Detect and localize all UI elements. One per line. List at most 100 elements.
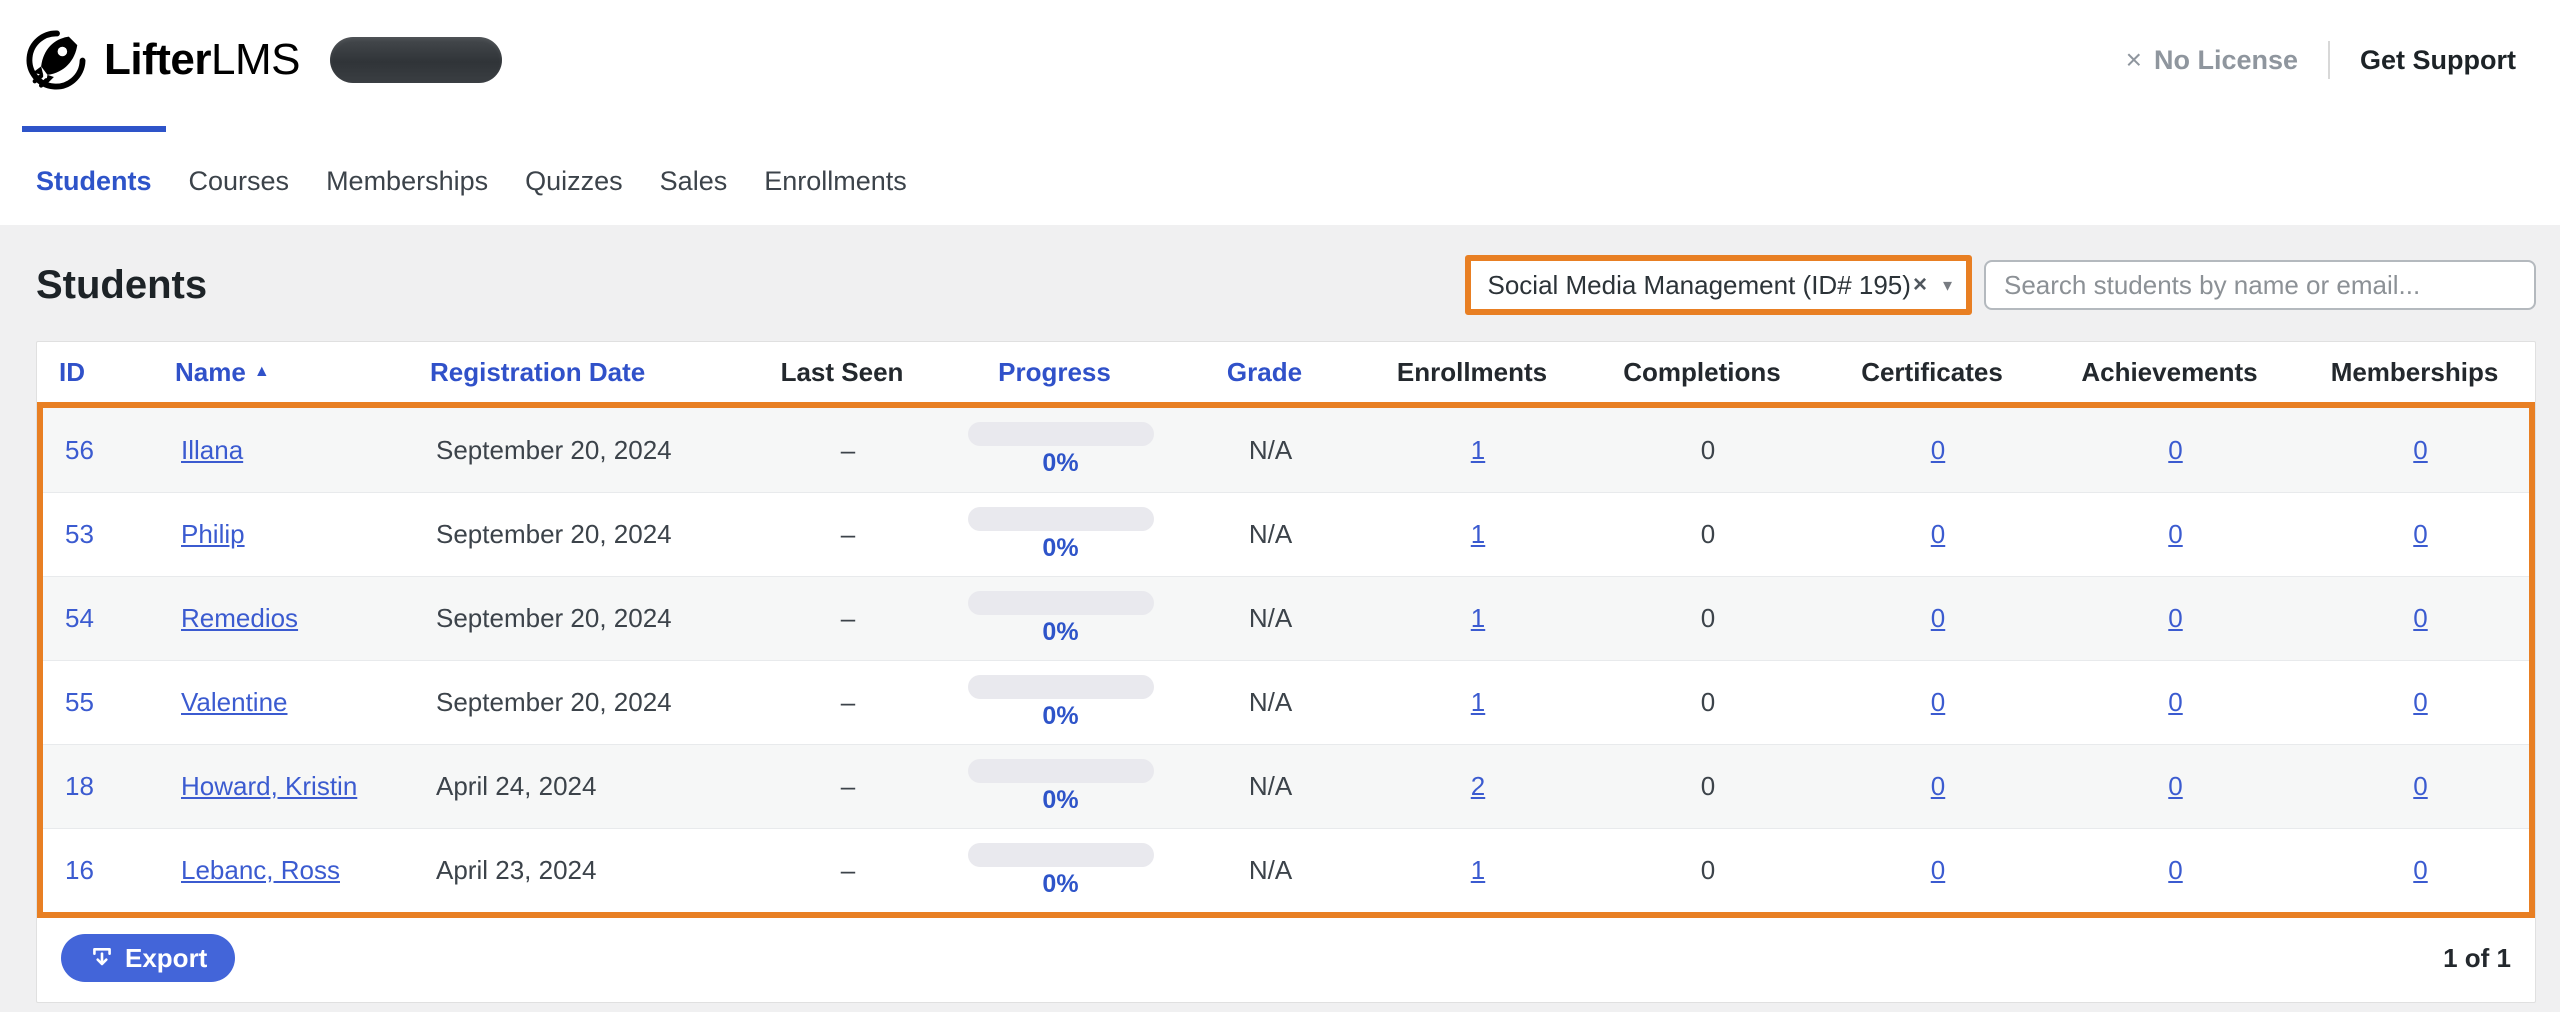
last-seen-value: – <box>841 519 855 550</box>
column-header-achievements: Achievements ▲ <box>2047 357 2292 388</box>
tab-label: Sales <box>660 166 728 196</box>
rows-highlight-annotation: 56 Illana September 20, 2024 – 0% N/A 1 … <box>37 402 2535 918</box>
memberships-link[interactable]: 0 <box>2413 519 2427 550</box>
column-header-enrollments: Enrollments ▲ <box>1357 357 1587 388</box>
registration-date: September 20, 2024 <box>436 687 672 718</box>
topbar-divider <box>2328 41 2330 79</box>
course-filter-select[interactable]: Social Media Management (ID# 195)× ▾ <box>1471 261 1966 309</box>
column-header-registration-date[interactable]: Registration Date ▲ <box>402 357 747 388</box>
column-header-last-seen: Last Seen ▲ <box>747 357 937 388</box>
search-input[interactable] <box>1984 260 2536 310</box>
memberships-link[interactable]: 0 <box>2413 435 2427 466</box>
completions-count: 0 <box>1701 687 1715 718</box>
student-id-link[interactable]: 18 <box>65 771 94 802</box>
progress-percent: 0% <box>1042 449 1078 478</box>
achievements-link[interactable]: 0 <box>2168 435 2182 466</box>
top-bar: LifterLMS × No License Get Support <box>0 0 2560 120</box>
filter-highlight-annotation: Social Media Management (ID# 195)× ▾ <box>1465 255 1972 315</box>
column-header-label: Progress <box>998 357 1111 388</box>
students-table-card: ID ▲ Name ▲ Registration Date ▲ Last See… <box>36 341 2536 1003</box>
enrollments-link[interactable]: 1 <box>1471 435 1485 466</box>
column-header-label: Registration Date <box>430 357 645 388</box>
memberships-link[interactable]: 0 <box>2413 771 2427 802</box>
memberships-link[interactable]: 0 <box>2413 687 2427 718</box>
table-row: 54 Remedios September 20, 2024 – 0% N/A … <box>43 576 2529 660</box>
tab-enrollments[interactable]: Enrollments <box>764 166 907 197</box>
student-name-link[interactable]: Illana <box>181 435 243 466</box>
column-header-label: Name <box>175 357 246 388</box>
progress-percent: 0% <box>1042 702 1078 731</box>
last-seen-value: – <box>841 603 855 634</box>
progress-bar <box>968 422 1154 446</box>
memberships-link[interactable]: 0 <box>2413 603 2427 634</box>
certificates-link[interactable]: 0 <box>1931 855 1945 886</box>
student-name-link[interactable]: Lebanc, Ross <box>181 855 340 886</box>
content-area: Students Social Media Management (ID# 19… <box>0 255 2560 1003</box>
get-support-link[interactable]: Get Support <box>2360 45 2516 76</box>
column-header-label: Completions <box>1623 357 1780 388</box>
memberships-link[interactable]: 0 <box>2413 855 2427 886</box>
table-row: 55 Valentine September 20, 2024 – 0% N/A… <box>43 660 2529 744</box>
certificates-link[interactable]: 0 <box>1931 603 1945 634</box>
no-license-x-icon: × <box>2126 44 2142 76</box>
page-title: Students <box>36 263 207 308</box>
student-id-link[interactable]: 56 <box>65 435 94 466</box>
tab-sales[interactable]: Sales <box>660 166 728 197</box>
certificates-link[interactable]: 0 <box>1931 519 1945 550</box>
column-header-memberships: Memberships ▲ <box>2292 357 2537 388</box>
student-id-link[interactable]: 54 <box>65 603 94 634</box>
enrollments-link[interactable]: 2 <box>1471 771 1485 802</box>
achievements-link[interactable]: 0 <box>2168 519 2182 550</box>
student-name-link[interactable]: Howard, Kristin <box>181 771 357 802</box>
student-id-link[interactable]: 55 <box>65 687 94 718</box>
grade-value: N/A <box>1249 603 1292 634</box>
progress-percent: 0% <box>1042 618 1078 647</box>
remove-filter-icon[interactable]: × <box>1913 271 1927 299</box>
student-name-link[interactable]: Valentine <box>181 687 288 718</box>
completions-count: 0 <box>1701 771 1715 802</box>
student-id-link[interactable]: 16 <box>65 855 94 886</box>
certificates-link[interactable]: 0 <box>1931 687 1945 718</box>
tab-courses[interactable]: Courses <box>189 166 290 197</box>
student-id-link[interactable]: 53 <box>65 519 94 550</box>
enrollments-link[interactable]: 1 <box>1471 603 1485 634</box>
redacted-badge <box>330 37 502 83</box>
column-header-name[interactable]: Name ▲ <box>147 357 402 388</box>
achievements-link[interactable]: 0 <box>2168 603 2182 634</box>
table-row: 16 Lebanc, Ross April 23, 2024 – 0% N/A … <box>43 828 2529 912</box>
export-button-label: Export <box>125 943 207 974</box>
tab-memberships[interactable]: Memberships <box>326 166 488 197</box>
tab-students[interactable]: Students <box>36 166 152 197</box>
achievements-link[interactable]: 0 <box>2168 687 2182 718</box>
brand-name-lms: LMS <box>211 35 300 84</box>
course-filter-value: Social Media Management (ID# 195) <box>1487 270 1910 301</box>
registration-date: April 24, 2024 <box>436 771 596 802</box>
student-name-link[interactable]: Philip <box>181 519 245 550</box>
completions-count: 0 <box>1701 435 1715 466</box>
column-header-grade[interactable]: Grade ▲ <box>1172 357 1357 388</box>
column-header-label: Achievements <box>2081 357 2257 388</box>
column-header-label: Grade <box>1227 357 1302 388</box>
export-button[interactable]: Export <box>61 934 235 982</box>
grade-value: N/A <box>1249 771 1292 802</box>
table-row: 56 Illana September 20, 2024 – 0% N/A 1 … <box>43 408 2529 492</box>
enrollments-link[interactable]: 1 <box>1471 855 1485 886</box>
chevron-down-icon: ▾ <box>1943 275 1952 296</box>
certificates-link[interactable]: 0 <box>1931 771 1945 802</box>
progress-percent: 0% <box>1042 534 1078 563</box>
achievements-link[interactable]: 0 <box>2168 771 2182 802</box>
rocket-icon <box>22 26 90 94</box>
column-header-progress[interactable]: Progress ▲ <box>937 357 1172 388</box>
column-header-id[interactable]: ID ▲ <box>37 357 147 388</box>
column-header-label: Last Seen <box>781 357 904 388</box>
achievements-link[interactable]: 0 <box>2168 855 2182 886</box>
tab-quizzes[interactable]: Quizzes <box>525 166 623 197</box>
student-name-link[interactable]: Remedios <box>181 603 298 634</box>
certificates-link[interactable]: 0 <box>1931 435 1945 466</box>
enrollments-link[interactable]: 1 <box>1471 519 1485 550</box>
enrollments-link[interactable]: 1 <box>1471 687 1485 718</box>
table-footer: Export 1 of 1 <box>37 918 2535 1002</box>
last-seen-value: – <box>841 855 855 886</box>
registration-date: September 20, 2024 <box>436 603 672 634</box>
brand-name-lifter: Lifter <box>104 35 211 84</box>
